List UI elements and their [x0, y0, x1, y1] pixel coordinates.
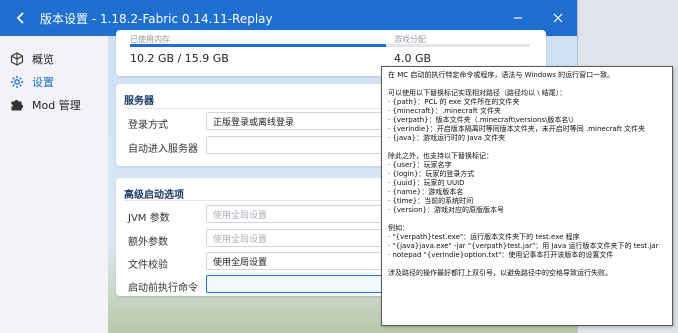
- tooltip-line: · {path}：PCL 的 exe 文件所在的文件夹: [388, 98, 520, 106]
- advanced-section-title: 高级启动选项: [124, 190, 184, 201]
- tooltip-line: 例如：: [388, 224, 409, 232]
- tooltip-line: · {verindie}：开启版本隔离时等同版本文件夹，未开启时等同 .mine…: [388, 125, 646, 133]
- login-method-label: 登录方式: [128, 120, 168, 131]
- tooltip-line: · {uuid}：玩家的 UUID: [388, 179, 465, 187]
- tooltip-spacer: [388, 143, 666, 152]
- tooltip-line: · {minecraft}：.minecraft 文件夹: [388, 107, 502, 115]
- sidebar-item-settings[interactable]: 设置: [6, 71, 102, 93]
- tooltip-line: · {login}：玩家的登录方式: [388, 170, 475, 178]
- tooltip-line: · {time}：当前的系统时间: [388, 197, 474, 205]
- tooltip-line: · {name}：游戏版本名: [388, 188, 464, 196]
- memory-bar: [130, 44, 530, 47]
- puzzle-icon: [6, 98, 28, 112]
- tooltip-spacer: [388, 260, 666, 269]
- tooltip-spacer: [388, 80, 666, 89]
- memory-bar-fill: [130, 44, 386, 47]
- allocated-memory-value: 4.0 GB: [394, 52, 432, 65]
- sidebar-item-label: 概览: [32, 53, 54, 66]
- tooltip-spacer: [388, 215, 666, 224]
- cube-icon: [6, 52, 28, 66]
- window-title: 版本设置 - 1.18.2-Fabric 0.14.11-Replay: [40, 11, 273, 26]
- used-memory-value: 10.2 GB / 15.9 GB: [130, 52, 229, 65]
- back-arrow-icon: [16, 12, 24, 24]
- tooltip-line: 在 MC 启动前执行特定命令或程序，语法与 Windows 的运行窗口一致。: [388, 71, 615, 79]
- minimize-icon: [514, 17, 522, 19]
- sidebar: 概览 设置 Mod 管理: [0, 36, 108, 333]
- back-button[interactable]: [10, 7, 32, 29]
- tooltip-line: 除此之外，也支持以下替换标记：: [388, 152, 493, 160]
- server-section-title: 服务器: [124, 96, 154, 107]
- tooltip-line: · "{java}java.exe" -jar "{verpath}test.j…: [388, 242, 659, 250]
- extra-args-label: 额外参数: [128, 237, 168, 248]
- close-icon: [553, 13, 563, 23]
- tooltip-line: · "{verpath}test.exe"：运行版本文件夹下的 test.exe…: [388, 233, 580, 241]
- tooltip-line: · {verpath}：版本文件夹（.minecraft\versions\版本…: [388, 116, 578, 124]
- tooltip-line: 可以使用以下替换标记实现相对路径（路径均以 \ 结尾）：: [388, 89, 567, 97]
- file-check-label: 文件校验: [128, 260, 168, 271]
- tooltip-line: · {java}：游戏运行时的 Java 文件夹: [388, 134, 506, 142]
- sidebar-item-overview[interactable]: 概览: [6, 48, 102, 70]
- auto-join-server-label: 自动进入服务器: [128, 144, 198, 155]
- login-method-value: 正版登录或离线登录: [213, 117, 295, 128]
- sidebar-item-mods[interactable]: Mod 管理: [6, 94, 102, 116]
- sidebar-item-label: Mod 管理: [32, 99, 81, 112]
- pre-launch-command-label: 启动前执行命令: [128, 283, 198, 294]
- tooltip-line: · notepad "{verindie}option.txt"：使用记事本打开…: [388, 251, 614, 259]
- pre-launch-command-tooltip: 在 MC 启动前执行特定命令或程序，语法与 Windows 的运行窗口一致。 可以…: [381, 66, 673, 326]
- sidebar-item-label: 设置: [32, 76, 54, 89]
- jvm-args-label: JVM 参数: [128, 213, 170, 224]
- tooltip-line: 涉及路径的操作最好都打上双引号，以避免路径中的空格导致运行失败。: [388, 269, 612, 277]
- tooltip-line: · {version}：游戏对应的原版版本号: [388, 206, 504, 214]
- gear-icon: [6, 75, 28, 89]
- tooltip-line: · {user}：玩家名字: [388, 161, 452, 169]
